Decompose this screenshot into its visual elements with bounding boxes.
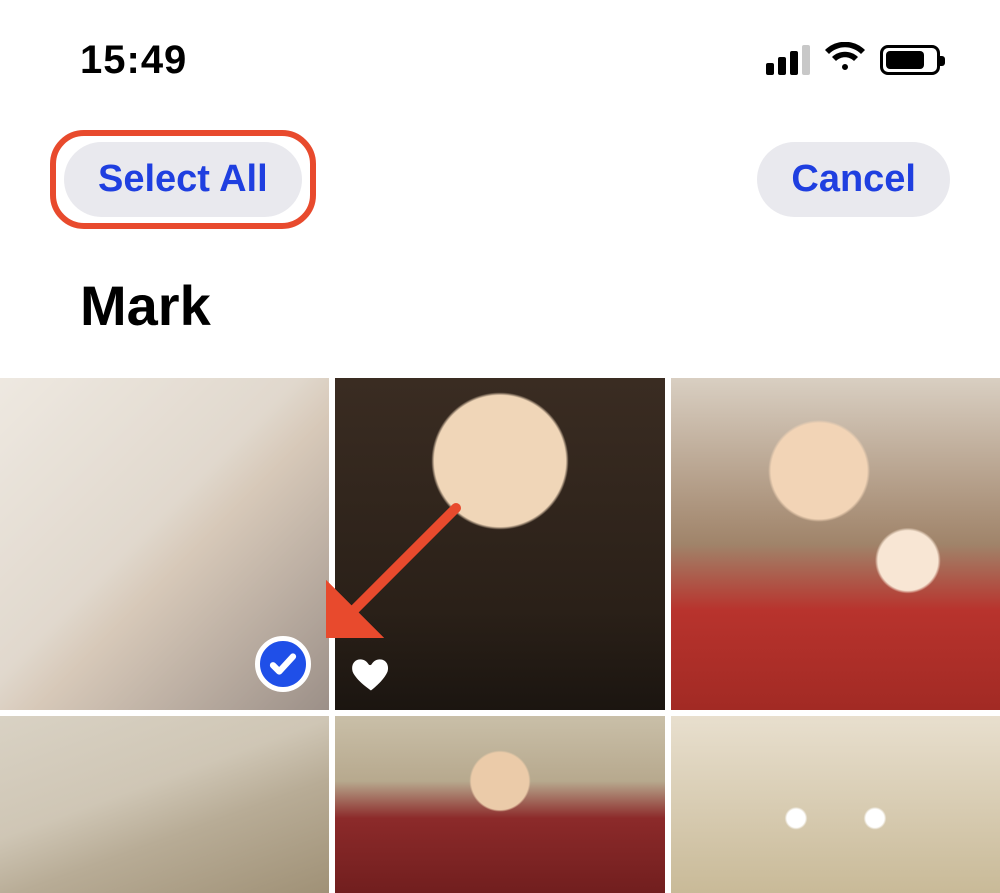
battery-icon — [880, 45, 940, 75]
photo-thumbnail[interactable] — [0, 716, 329, 893]
selection-check-icon — [255, 636, 311, 692]
photo-grid — [0, 378, 1000, 893]
photo-thumbnail[interactable] — [671, 716, 1000, 893]
photo-thumbnail[interactable] — [335, 378, 664, 710]
favorite-heart-icon — [349, 652, 393, 696]
select-all-button[interactable]: Select All — [64, 142, 302, 217]
photo-thumbnail[interactable] — [671, 378, 1000, 710]
status-bar: 15:49 — [0, 0, 1000, 100]
navigation-bar: Select All Cancel — [0, 100, 1000, 249]
page-title: Mark — [0, 249, 1000, 378]
photo-thumbnail[interactable] — [0, 378, 329, 710]
annotation-highlight: Select All — [50, 130, 316, 229]
wifi-icon — [824, 42, 866, 79]
cellular-signal-icon — [766, 45, 810, 75]
cancel-button[interactable]: Cancel — [757, 142, 950, 217]
photo-thumbnail[interactable] — [335, 716, 664, 893]
status-time: 15:49 — [80, 38, 187, 83]
status-icons — [766, 42, 940, 79]
